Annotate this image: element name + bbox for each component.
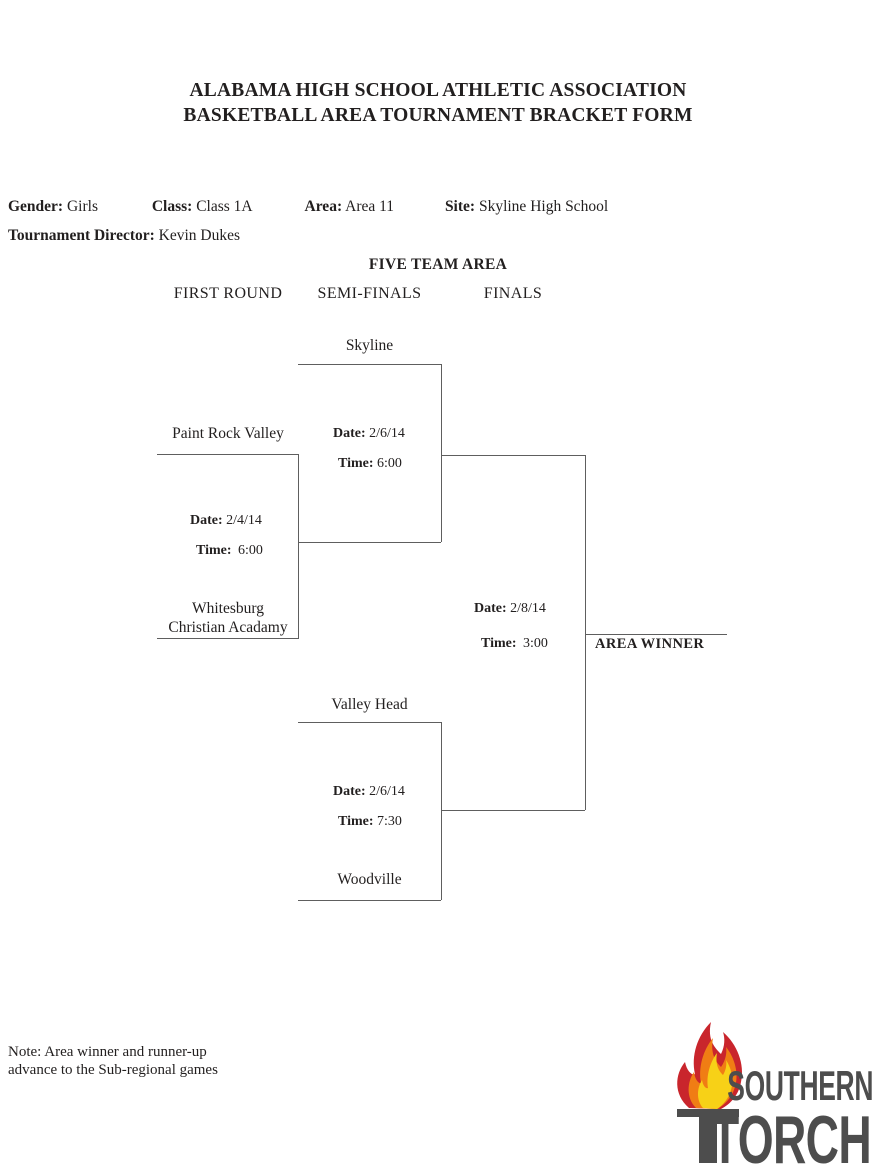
meta-field-gender: Gender: Girls	[8, 198, 98, 216]
meta-row-primary: Gender: Girls Class: Class 1A Area: Area…	[8, 198, 608, 216]
bracket-line-first-round-bottom	[157, 638, 299, 639]
first-round-time-line: Time: 6:00	[196, 543, 263, 559]
bracket-line-finals-top	[441, 455, 585, 456]
semi-lower-date-value: 2/6/14	[369, 784, 405, 799]
team-skyline: Skyline	[345, 337, 394, 354]
page-title-line-2: BASKETBALL AREA TOURNAMENT BRACKET FORM	[183, 105, 693, 126]
team-woodville: Woodville	[337, 871, 402, 888]
finals-date-label: Date:	[474, 601, 507, 616]
area-label: Area:	[304, 198, 343, 215]
bracket-line-semi-upper-right	[441, 364, 442, 542]
first-round-time-label: Time:	[196, 543, 232, 558]
finals-date-line: Date: 2/8/14	[474, 601, 548, 617]
section-heading-five-team-area: FIVE TEAM AREA	[368, 256, 508, 273]
round-header-finals: FINALS	[483, 285, 543, 302]
bracket-line-semi-lower-bottom	[298, 900, 441, 901]
footer-note: Note: Area winner and runner-up advance …	[8, 1044, 218, 1078]
meta-field-site: Site: Skyline High School	[445, 198, 608, 216]
game-info-first-round: Date: 2/4/14 Time: 6:00	[190, 513, 263, 559]
bracket-line-first-round-top	[157, 454, 299, 455]
page-title-line-1: ALABAMA HIGH SCHOOL ATHLETIC ASSOCIATION	[189, 80, 687, 101]
area-value: Area 11	[345, 198, 395, 215]
semi-upper-time-label: Time:	[338, 456, 374, 471]
semi-lower-date-line: Date: 2/6/14	[333, 784, 405, 800]
first-round-date-line: Date: 2/4/14	[190, 513, 263, 529]
gender-value: Girls	[66, 198, 98, 215]
semi-upper-time-line: Time: 6:00	[338, 456, 405, 472]
bracket-line-semi-lower-right	[441, 722, 442, 900]
meta-row-director: Tournament Director: Kevin Dukes	[8, 227, 240, 245]
bracket-line-semi-upper-bottom	[298, 542, 441, 543]
round-header-semi-finals: SEMI-FINALS	[317, 285, 422, 302]
first-round-date-value: 2/4/14	[226, 513, 262, 528]
team-whitesburg-line-2: Christian Acadamy	[168, 619, 288, 636]
tournament-director-label: Tournament Director:	[8, 227, 155, 244]
page-title: ALABAMA HIGH SCHOOL ATHLETIC ASSOCIATION…	[0, 78, 876, 128]
tournament-director-value: Kevin Dukes	[158, 227, 241, 244]
team-whitesburg-christian-acadamy: Whitesburg Christian Acadamy	[157, 599, 299, 637]
semi-lower-time-value: 7:30	[377, 814, 402, 829]
class-label: Class:	[151, 198, 193, 215]
bracket-line-semi-lower-top	[298, 722, 441, 723]
game-info-semi-lower: Date: 2/6/14 Time: 7:30	[333, 784, 405, 830]
game-info-finals: Date: 2/8/14 Time: 3:00	[474, 601, 548, 652]
semi-upper-date-line: Date: 2/6/14	[333, 426, 405, 442]
meta-field-area: Area: Area 11	[305, 198, 395, 216]
team-whitesburg-line-1: Whitesburg	[191, 600, 265, 617]
finals-time-label: Time:	[481, 636, 517, 651]
first-round-time-value: 6:00	[238, 543, 263, 558]
first-round-date-label: Date:	[190, 513, 223, 528]
semi-upper-date-label: Date:	[333, 426, 366, 441]
finals-date-value: 2/8/14	[510, 601, 546, 616]
southern-torch-logo: SOUTHERN TORCH	[663, 1016, 873, 1166]
team-paint-rock-valley: Paint Rock Valley	[172, 425, 284, 442]
bracket-line-finals-right	[585, 455, 586, 810]
bracket-line-finals-bottom	[441, 810, 585, 811]
logo-word-torch: TORCH	[711, 1102, 871, 1166]
bracket-line-area-winner	[585, 634, 727, 635]
bracket-document-page: ALABAMA HIGH SCHOOL ATHLETIC ASSOCIATION…	[0, 0, 876, 1176]
bracket-line-semi-upper-top	[298, 364, 441, 365]
finals-time-value: 3:00	[523, 636, 548, 651]
site-label: Site:	[444, 198, 476, 215]
game-info-semi-upper: Date: 2/6/14 Time: 6:00	[333, 426, 405, 472]
gender-label: Gender:	[8, 198, 64, 215]
team-valley-head: Valley Head	[331, 696, 408, 713]
semi-lower-time-label: Time:	[338, 814, 374, 829]
meta-field-class: Class: Class 1A	[152, 198, 253, 216]
area-winner-label: AREA WINNER	[595, 636, 705, 652]
semi-lower-date-label: Date:	[333, 784, 366, 799]
site-value: Skyline High School	[478, 198, 609, 215]
semi-upper-date-value: 2/6/14	[369, 426, 405, 441]
round-header-first-round: FIRST ROUND	[173, 285, 283, 302]
semi-lower-time-line: Time: 7:30	[338, 814, 405, 830]
semi-upper-time-value: 6:00	[377, 456, 402, 471]
class-value: Class 1A	[196, 198, 253, 215]
finals-time-line: Time: 3:00	[481, 636, 548, 652]
